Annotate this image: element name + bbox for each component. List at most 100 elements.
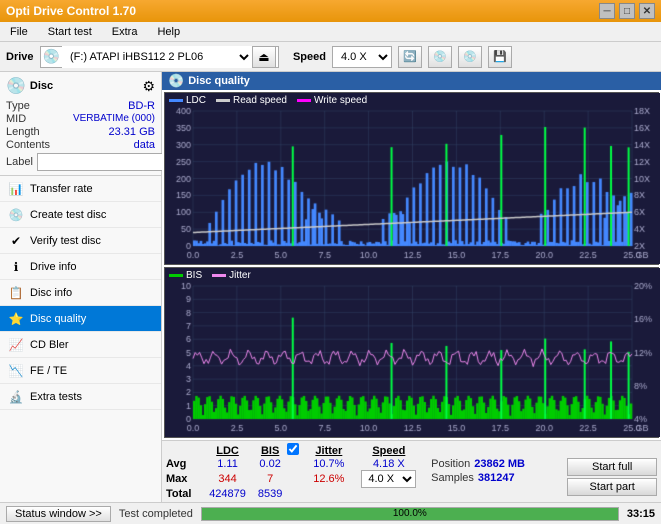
menu-help[interactable]: Help — [151, 25, 186, 39]
eject-button[interactable]: ⏏ — [252, 46, 276, 68]
disc-label-input[interactable] — [37, 153, 171, 171]
drive-bar: Drive 💿 (F:) ATAPI iHBS112 2 PL06 ⏏ Spee… — [0, 42, 661, 72]
nav-extra-tests-label: Extra tests — [30, 391, 82, 403]
bis-col-header: BIS — [253, 443, 287, 458]
chart-title: Disc quality — [188, 75, 250, 87]
write-speed-legend-label: Write speed — [314, 95, 367, 106]
nav-verify-test-disc[interactable]: ✔ Verify test disc — [0, 228, 161, 254]
minimize-button[interactable]: ─ — [599, 3, 615, 19]
jitter-legend-color — [212, 274, 226, 277]
nav-transfer-rate-label: Transfer rate — [30, 183, 93, 195]
status-window-button[interactable]: Status window >> — [6, 506, 111, 522]
nav-disc-info[interactable]: 📋 Disc info — [0, 280, 161, 306]
speed-refresh-button[interactable]: 🔄 — [398, 46, 422, 68]
disc-info-icon: 📋 — [8, 286, 24, 300]
disc-settings-icon: ⚙ — [142, 78, 155, 95]
nav-items: 📊 Transfer rate 💿 Create test disc ✔ Ver… — [0, 176, 161, 410]
bottom-chart-canvas — [165, 268, 660, 437]
ldc-legend: LDC — [169, 95, 206, 106]
total-label: Total — [166, 488, 202, 500]
nav-cd-bler[interactable]: 📈 CD Bler — [0, 332, 161, 358]
close-button[interactable]: ✕ — [639, 3, 655, 19]
ldc-max: 344 — [202, 470, 253, 488]
nav-disc-quality-label: Disc quality — [30, 313, 86, 325]
nav-disc-quality[interactable]: ⭐ Disc quality — [0, 306, 161, 332]
drive-info-icon: ℹ — [8, 260, 24, 274]
save-button[interactable]: 💾 — [488, 46, 512, 68]
position-row: Position 23862 MB — [431, 458, 563, 470]
write-speed-legend: Write speed — [297, 95, 367, 106]
nav-transfer-rate[interactable]: 📊 Transfer rate — [0, 176, 161, 202]
right-stats: Position 23862 MB Samples 381247 — [431, 458, 563, 484]
status-time: 33:15 — [627, 508, 655, 520]
nav-create-test-disc-label: Create test disc — [30, 209, 106, 221]
top-chart-legend: LDC Read speed Write speed — [169, 95, 367, 106]
contents-value: data — [134, 139, 155, 151]
disc-action-button1[interactable]: 💿 — [428, 46, 452, 68]
disc-panel-title: Disc — [30, 80, 53, 92]
chart-header-icon: 💿 — [168, 73, 184, 89]
stats-section: LDC BIS Jitter Speed Avg 1.11 0.02 — [162, 440, 661, 502]
type-value: BD-R — [128, 100, 155, 112]
create-test-disc-icon: 💿 — [8, 208, 24, 222]
jitter-avg: 10.7% — [307, 458, 350, 470]
mid-label: MID — [6, 113, 26, 125]
progress-text: 100.0% — [202, 508, 618, 520]
verify-test-disc-icon: ✔ — [8, 234, 24, 248]
status-text: Test completed — [119, 508, 193, 520]
start-buttons: Start full Start part — [567, 458, 657, 496]
nav-extra-tests[interactable]: 🔬 Extra tests — [0, 384, 161, 410]
speed-col-header: Speed — [351, 443, 428, 458]
menu-bar: File Start test Extra Help — [0, 22, 661, 42]
disc-panel: 💿 Disc ⚙ Type BD-R MID VERBATIMe (000) L… — [0, 72, 161, 176]
contents-label: Contents — [6, 139, 50, 151]
speed-combo-select[interactable]: 4.0 X — [361, 470, 416, 488]
menu-file[interactable]: File — [4, 25, 34, 39]
speed-avg: 4.18 X — [351, 458, 428, 470]
jitter-checkbox[interactable] — [287, 443, 299, 455]
nav-drive-info-label: Drive info — [30, 261, 76, 273]
position-value: 23862 MB — [474, 458, 525, 470]
bis-legend: BIS — [169, 270, 202, 281]
start-full-button[interactable]: Start full — [567, 458, 657, 476]
bis-total: 8539 — [253, 488, 287, 500]
position-label: Position — [431, 458, 470, 470]
speed-select[interactable]: 4.0 X — [332, 46, 392, 68]
nav-disc-info-label: Disc info — [30, 287, 72, 299]
samples-value: 381247 — [478, 472, 515, 484]
main-area: 💿 Disc ⚙ Type BD-R MID VERBATIMe (000) L… — [0, 72, 661, 502]
ldc-legend-color — [169, 99, 183, 102]
title-bar: Opti Drive Control 1.70 ─ □ ✕ — [0, 0, 661, 22]
bis-legend-color — [169, 274, 183, 277]
bis-legend-label: BIS — [186, 270, 202, 281]
read-speed-legend-label: Read speed — [233, 95, 287, 106]
stats-table: LDC BIS Jitter Speed Avg 1.11 0.02 — [166, 443, 657, 500]
nav-create-test-disc[interactable]: 💿 Create test disc — [0, 202, 161, 228]
nav-fe-te[interactable]: 📉 FE / TE — [0, 358, 161, 384]
speed-label: Speed — [293, 51, 326, 63]
sidebar: 💿 Disc ⚙ Type BD-R MID VERBATIMe (000) L… — [0, 72, 162, 502]
disc-quality-icon: ⭐ — [8, 312, 24, 326]
drive-icon: 💿 — [43, 48, 60, 65]
menu-extra[interactable]: Extra — [106, 25, 144, 39]
avg-label: Avg — [166, 458, 202, 470]
start-part-button[interactable]: Start part — [567, 478, 657, 496]
nav-verify-test-disc-label: Verify test disc — [30, 235, 101, 247]
nav-drive-info[interactable]: ℹ Drive info — [0, 254, 161, 280]
jitter-col-header: Jitter — [307, 443, 350, 458]
nav-fe-te-label: FE / TE — [30, 365, 67, 377]
menu-start-test[interactable]: Start test — [42, 25, 98, 39]
content-area: 💿 Disc quality LDC Read speed — [162, 72, 661, 502]
samples-label: Samples — [431, 472, 474, 484]
drive-label: Drive — [6, 51, 34, 63]
length-value: 23.31 GB — [109, 126, 155, 138]
ldc-legend-label: LDC — [186, 95, 206, 106]
charts-container: LDC Read speed Write speed — [162, 90, 661, 440]
drive-select[interactable]: (F:) ATAPI iHBS112 2 PL06 — [62, 46, 252, 68]
ldc-col-header: LDC — [202, 443, 253, 458]
maximize-button[interactable]: □ — [619, 3, 635, 19]
read-speed-legend-color — [216, 99, 230, 102]
disc-panel-icon: 💿 — [6, 76, 26, 96]
cd-bler-icon: 📈 — [8, 338, 24, 352]
disc-action-button2[interactable]: 💿 — [458, 46, 482, 68]
